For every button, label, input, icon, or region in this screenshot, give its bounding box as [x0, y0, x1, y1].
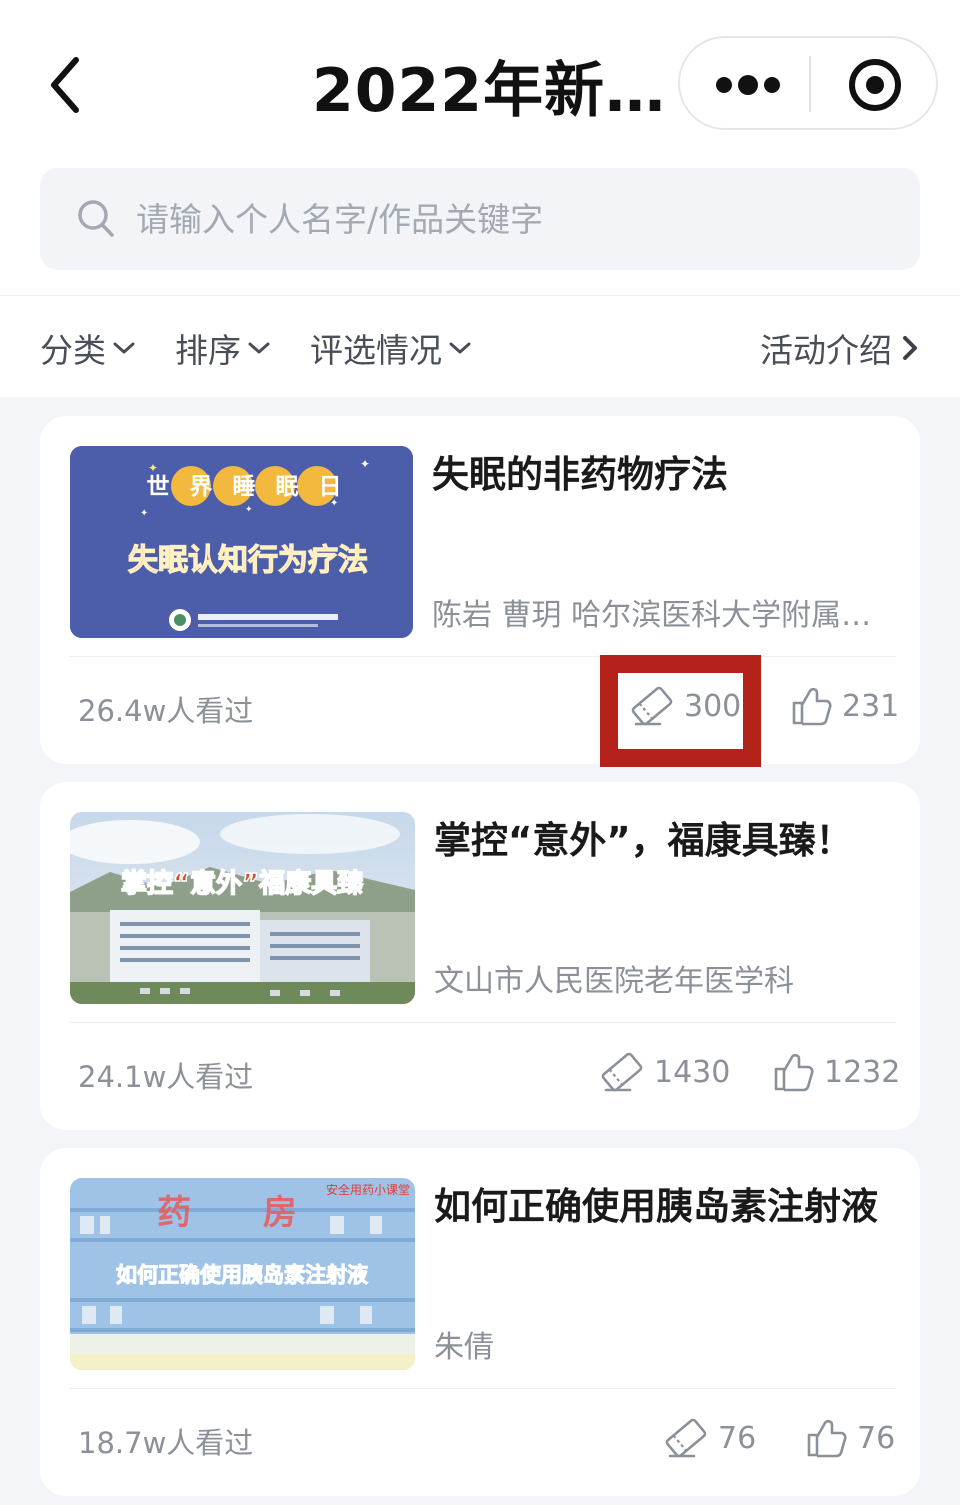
like-button[interactable]: 1232 — [772, 1046, 900, 1098]
card-divider — [70, 656, 896, 657]
thumbnail-photo: 掌控“意外”福康具臻 — [70, 812, 415, 1004]
chevron-down-icon — [248, 342, 270, 354]
back-button[interactable] — [40, 50, 100, 120]
like-button[interactable]: 76 — [805, 1412, 895, 1464]
view-count: 24.1w人看过 — [78, 1060, 254, 1094]
search-section — [0, 165, 960, 295]
thumbnail-caption-main: 掌控“意外”福康具臻 — [121, 868, 364, 899]
more-button[interactable] — [696, 48, 800, 122]
like-button[interactable]: 231 — [790, 680, 899, 732]
work-thumbnail[interactable]: ✦ ✦ ✦ ✦ ✦ 世界睡眠日 失眠认知行为疗法 — [70, 446, 413, 638]
capsule-divider — [809, 56, 811, 112]
view-count: 18.7w人看过 — [78, 1426, 254, 1460]
filter-bar: 分类 排序 评选情况 活动介绍 — [0, 295, 960, 397]
chevron-right-icon — [903, 336, 917, 360]
search-input[interactable] — [136, 188, 896, 250]
mini-program-capsule — [678, 36, 938, 130]
chevron-down-icon — [113, 342, 135, 354]
category-filter[interactable]: 分类 — [40, 324, 136, 372]
thumbnail-caption-main: 如何正确使用胰岛素注射液 — [116, 1263, 368, 1287]
activity-intro-link[interactable]: 活动介绍 — [760, 324, 922, 372]
work-author: 文山市人民医院老年医学科 — [434, 964, 794, 999]
work-thumbnail[interactable]: 掌控“意外”福康具臻 — [70, 812, 415, 1004]
svg-text:✦: ✦ — [360, 457, 370, 471]
thumbs-up-icon — [774, 1053, 814, 1092]
chevron-down-icon — [449, 342, 471, 354]
card-divider — [70, 1022, 896, 1023]
svg-text:✦: ✦ — [148, 461, 158, 475]
vote-ticket-button[interactable]: 76 — [664, 1412, 756, 1464]
activity-intro-label: 活动介绍 — [760, 331, 892, 370]
page-title: 2022年新… — [312, 56, 666, 126]
ticket-count: 1430 — [654, 1054, 731, 1090]
svg-text:✦: ✦ — [245, 505, 253, 515]
svg-text:✦: ✦ — [140, 508, 148, 519]
sort-filter[interactable]: 排序 — [175, 324, 271, 372]
more-dots-icon — [716, 75, 780, 95]
ticket-count: 300 — [684, 688, 742, 724]
thumbnail-illustration: 安全用药小课堂 药 房 如何正确使用胰岛素注射液 — [70, 1178, 415, 1370]
search-bar[interactable] — [40, 168, 920, 270]
top-navigation-bar: 2022年新… — [0, 0, 960, 165]
work-author: 朱倩 — [434, 1330, 494, 1365]
like-count: 76 — [857, 1420, 896, 1456]
card-divider — [70, 1388, 896, 1389]
thumbnail-caption-main: 失眠认知行为疗法 — [128, 543, 368, 578]
search-icon — [78, 200, 114, 237]
work-title[interactable]: 如何正确使用胰岛素注射液 — [434, 1178, 894, 1236]
selection-status-filter[interactable]: 评选情况 — [310, 324, 472, 372]
work-card[interactable]: 安全用药小课堂 药 房 如何正确使用胰岛素注射液 如何正确使用胰岛素注射液 朱倩… — [40, 1148, 920, 1496]
sort-filter-label: 排序 — [175, 331, 241, 370]
ticket-icon — [631, 686, 673, 726]
vote-ticket-button[interactable]: 1430 — [600, 1046, 730, 1098]
thumbs-up-icon — [807, 1419, 847, 1458]
target-circle-icon — [849, 59, 901, 111]
thumbnail-caption-top: 药 房 — [157, 1193, 327, 1233]
work-author: 陈岩 曹玥 哈尔滨医科大学附属… — [432, 598, 872, 633]
selection-filter-label: 评选情况 — [310, 331, 442, 370]
thumbnail-caption-corner: 安全用药小课堂 — [326, 1182, 410, 1197]
close-mini-program-button[interactable] — [830, 48, 920, 122]
chevron-left-icon — [51, 57, 79, 113]
work-thumbnail[interactable]: 安全用药小课堂 药 房 如何正确使用胰岛素注射液 — [70, 1178, 415, 1370]
like-count: 1232 — [824, 1054, 901, 1090]
thumbs-up-icon — [792, 687, 832, 726]
work-title[interactable]: 掌控“意外”，福康具臻！ — [434, 812, 894, 870]
view-count: 26.4w人看过 — [78, 694, 254, 728]
work-title[interactable]: 失眠的非药物疗法 — [432, 446, 892, 504]
ticket-icon — [665, 1418, 707, 1458]
ticket-icon — [601, 1052, 643, 1092]
thumbnail-illustration: ✦ ✦ ✦ ✦ ✦ 世界睡眠日 失眠认知行为疗法 — [70, 446, 413, 638]
vote-ticket-button[interactable]: 300 — [630, 680, 741, 732]
work-card[interactable]: ✦ ✦ ✦ ✦ ✦ 世界睡眠日 失眠认知行为疗法 失眠的非药物疗法 陈岩 曹玥 … — [40, 416, 920, 767]
category-filter-label: 分类 — [40, 331, 106, 370]
thumbnail-caption-top: 世界睡眠日 — [147, 474, 362, 500]
like-count: 231 — [842, 688, 900, 724]
work-card[interactable]: 掌控“意外”福康具臻 掌控“意外”，福康具臻！ 文山市人民医院老年医学科 24.… — [40, 782, 920, 1130]
ticket-count: 76 — [718, 1420, 757, 1456]
